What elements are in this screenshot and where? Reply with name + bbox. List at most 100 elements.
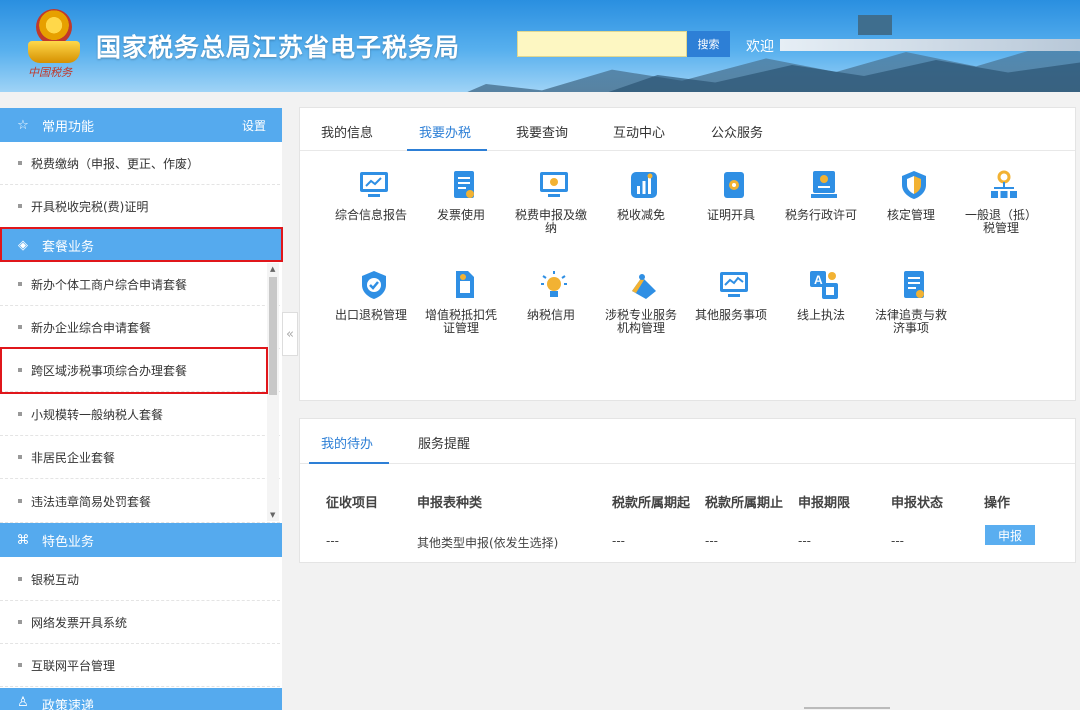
- service-export-refund[interactable]: 出口退税管理: [326, 269, 416, 322]
- tab-my-todo[interactable]: 我的待办: [321, 433, 373, 452]
- service-verification[interactable]: 核定管理: [866, 169, 956, 222]
- sidebar-item-package-cross-region[interactable]: 跨区域涉税事项综合办理套餐: [0, 349, 280, 392]
- section-title: 套餐业务: [42, 239, 95, 255]
- tab-public-service[interactable]: 公众服务: [711, 122, 763, 141]
- service-label: 一般退（抵）税管理: [964, 208, 1037, 235]
- package-list-scrollbar[interactable]: ▲ ▼: [267, 263, 279, 521]
- certificate-icon: [718, 169, 744, 201]
- scroll-up-icon[interactable]: ▲: [270, 265, 275, 273]
- section-packages[interactable]: ◈ 套餐业务: [0, 228, 282, 262]
- todo-tabs: 我的待办 服务提醒: [300, 419, 1075, 464]
- service-label: 税务行政许可: [784, 208, 857, 222]
- table-cell: ---: [705, 534, 718, 548]
- sidebar-item-featured[interactable]: 互联网平台管理: [0, 644, 280, 687]
- service-invoice[interactable]: 发票使用: [416, 169, 506, 222]
- sidebar-item-label: 新办个体工商户综合申请套餐: [31, 277, 188, 292]
- service-info-report[interactable]: 综合信息报告: [326, 169, 416, 222]
- service-online-enforcement[interactable]: A 线上执法: [776, 269, 866, 322]
- search-button[interactable]: 搜索: [687, 31, 730, 57]
- sidebar-item-featured[interactable]: 银税互动: [0, 558, 280, 601]
- tab-handle-tax[interactable]: 我要办税: [419, 122, 471, 141]
- monitor-chart-icon: [358, 169, 388, 201]
- service-admin-license[interactable]: 税务行政许可: [776, 169, 866, 222]
- scrollbar-thumb[interactable]: [269, 277, 277, 395]
- license-icon: [808, 169, 837, 201]
- service-declare-pay[interactable]: 税费申报及缴纳: [506, 169, 596, 235]
- table-cell: ---: [798, 534, 811, 548]
- svg-text:A: A: [814, 273, 823, 287]
- sidebar-item-package[interactable]: 小规模转一般纳税人套餐: [0, 393, 280, 436]
- sidebar-item-label: 违法违章简易处罚套餐: [31, 494, 152, 509]
- sidebar-item-featured[interactable]: 网络发票开具系统: [0, 601, 280, 644]
- service-label: 其他服务事项: [694, 308, 767, 322]
- declare-button[interactable]: 申报: [985, 525, 1035, 545]
- section-title: 常用功能: [42, 119, 95, 135]
- sidebar-item-tax-certificate[interactable]: 开具税收完税(费)证明: [0, 185, 280, 228]
- bullet-icon: [18, 412, 22, 416]
- service-label: 综合信息报告: [334, 208, 407, 222]
- section-title: 特色业务: [42, 534, 95, 550]
- section-policy[interactable]: ♙ 政策速递: [0, 688, 282, 710]
- sidebar-item-package[interactable]: 新办企业综合申请套餐: [0, 306, 280, 349]
- sidebar-item-package[interactable]: 非居民企业套餐: [0, 436, 280, 479]
- section-featured[interactable]: ⌘ 特色业务: [0, 523, 282, 557]
- service-vat-deduction[interactable]: 增值税抵扣凭证管理: [416, 269, 506, 335]
- sidebar-item-label: 银税互动: [31, 572, 80, 587]
- section-common-functions[interactable]: ☆ 常用功能 设置: [0, 108, 282, 142]
- layers-icon: ◈: [18, 237, 28, 253]
- service-label: 增值税抵扣凭证管理: [424, 308, 497, 335]
- person-icon: ♙: [17, 694, 29, 710]
- tab-query[interactable]: 我要查询: [516, 122, 568, 141]
- service-certificate[interactable]: 证明开具: [686, 169, 776, 222]
- search-input[interactable]: [517, 31, 687, 57]
- user-name-redacted: [780, 39, 1080, 51]
- sidebar-item-label: 税费缴纳（申报、更正、作废）: [31, 156, 200, 171]
- sidebar-item-tax-payment[interactable]: 税费缴纳（申报、更正、作废）: [0, 142, 280, 185]
- service-tax-refund[interactable]: 一般退（抵）税管理: [956, 169, 1046, 235]
- lightbulb-icon: [538, 269, 567, 301]
- emblem-base: [28, 41, 80, 63]
- service-other[interactable]: 其他服务事项: [686, 269, 776, 322]
- service-professional-agency[interactable]: 涉税专业服务机构管理: [596, 269, 686, 335]
- service-label: 出口退税管理: [334, 308, 407, 322]
- active-tab-indicator: [407, 149, 487, 151]
- shield-icon: [898, 169, 926, 201]
- tab-my-info[interactable]: 我的信息: [321, 122, 373, 141]
- tab-service-reminder[interactable]: 服务提醒: [418, 433, 470, 452]
- bullet-icon: [18, 499, 22, 503]
- column-header: 申报表种类: [417, 496, 483, 511]
- table-cell: ---: [326, 534, 339, 548]
- tab-interaction[interactable]: 互动中心: [613, 122, 665, 141]
- table-cell: ---: [612, 534, 625, 548]
- service-label: 纳税信用: [526, 308, 575, 322]
- service-credit[interactable]: 纳税信用: [506, 269, 596, 322]
- welcome-text: 欢迎: [746, 39, 774, 55]
- collapse-sidebar-button[interactable]: «: [282, 312, 298, 356]
- service-label: 涉税专业服务机构管理: [604, 308, 677, 335]
- bullet-icon: [18, 620, 22, 624]
- shield-check-icon: [358, 269, 386, 301]
- table-cell: ---: [891, 534, 904, 548]
- bar-chart-icon: [628, 169, 657, 201]
- service-tabs: 我的信息 我要办税 我要查询 互动中心 公众服务: [300, 108, 1075, 151]
- sidebar-item-label: 新办企业综合申请套餐: [31, 320, 152, 335]
- sidebar-item-label: 互联网平台管理: [31, 658, 116, 673]
- service-label: 线上执法: [796, 308, 845, 322]
- column-header: 申报期限: [798, 496, 851, 511]
- active-tab-indicator: [309, 462, 389, 464]
- great-wall-tower: [858, 15, 892, 35]
- sidebar-item-label: 网络发票开具系统: [31, 615, 128, 630]
- scroll-down-icon[interactable]: ▼: [270, 511, 275, 519]
- settings-link[interactable]: 设置: [242, 117, 266, 134]
- sidebar-item-package[interactable]: 新办个体工商户综合申请套餐: [0, 263, 280, 306]
- site-title: 国家税务总局江苏省电子税务局: [96, 33, 461, 62]
- service-label: 税费申报及缴纳: [514, 208, 587, 235]
- service-legal-remedy[interactable]: 法律追责与救济事项: [866, 269, 956, 335]
- invoice-icon: [448, 169, 474, 201]
- bullet-icon: [18, 282, 22, 286]
- service-tax-reduction[interactable]: 税收减免: [596, 169, 686, 222]
- sidebar-item-package[interactable]: 违法违章简易处罚套餐: [0, 480, 280, 523]
- sidebar-item-label: 非居民企业套餐: [31, 450, 116, 465]
- emblem-caption: 中国税务: [28, 66, 72, 79]
- bullet-icon: [18, 577, 22, 581]
